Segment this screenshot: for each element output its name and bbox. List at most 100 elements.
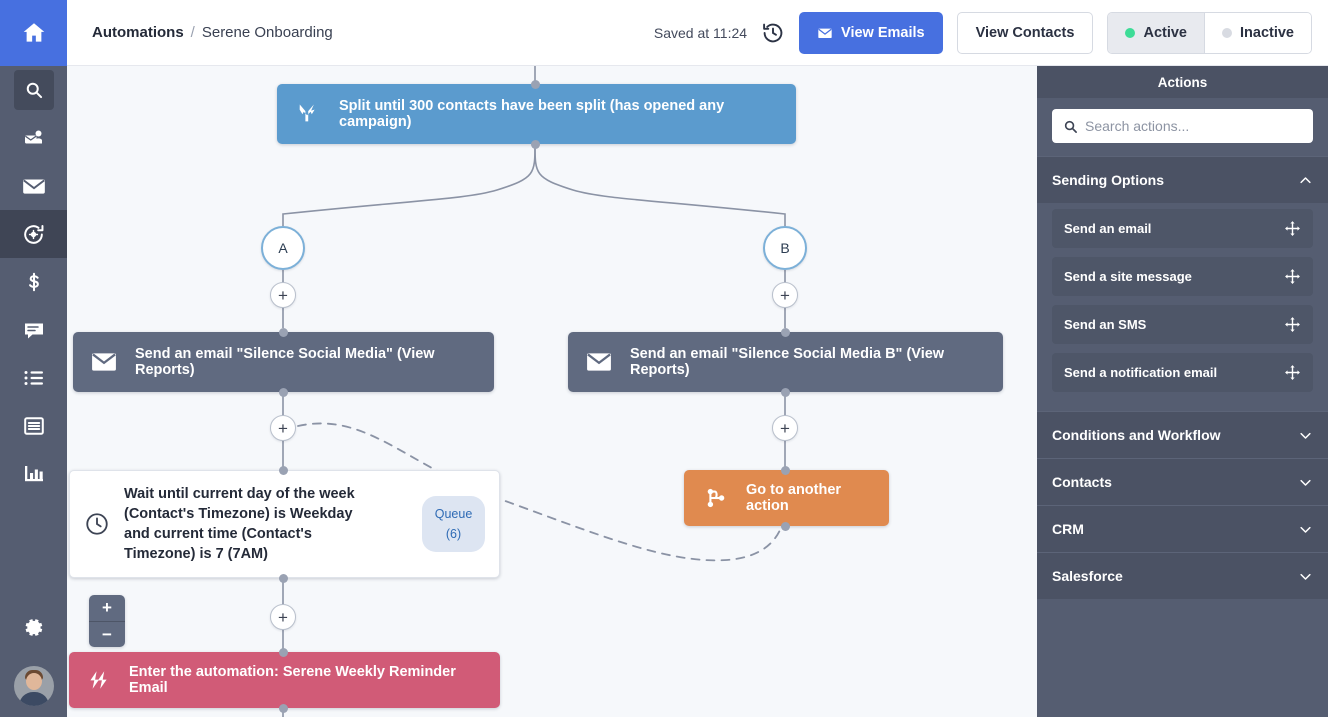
queue-label: Queue: [434, 507, 473, 521]
node-wait[interactable]: Wait until current day of the week (Cont…: [69, 470, 500, 578]
sidebar-item-home[interactable]: [0, 0, 67, 66]
panel-group-conditions-and-workflow[interactable]: Conditions and Workflow: [1037, 411, 1328, 458]
automation-builder-app: Automations / Serene Onboarding Saved at…: [0, 0, 1328, 717]
envelope-icon: [817, 25, 833, 41]
node-enter-automation-label: Enter the automation: Serene Weekly Remi…: [129, 664, 456, 696]
node-email-b[interactable]: Send an email "Silence Social Media B" (…: [568, 332, 1003, 392]
add-step-button-after-email-a[interactable]: +: [270, 415, 296, 441]
action-send-an-sms[interactable]: Send an SMS: [1052, 305, 1313, 344]
envelope-icon: [586, 351, 612, 373]
node-enter-automation[interactable]: Enter the automation: Serene Weekly Remi…: [69, 652, 500, 708]
sidebar-item-lists[interactable]: [0, 354, 67, 402]
panel-group-salesforce[interactable]: Salesforce: [1037, 552, 1328, 599]
chevron-down-icon: [1298, 522, 1313, 537]
action-send-an-email[interactable]: Send an email: [1052, 209, 1313, 248]
search-actions-input[interactable]: [1085, 118, 1302, 134]
zoom-in-label: +: [102, 598, 112, 617]
sidebar-item-contacts[interactable]: [0, 114, 67, 162]
node-goto-label: Go to another action: [746, 482, 842, 514]
contacts-icon: [22, 126, 46, 150]
node-email-a-label: Send an email "Silence Social Media" (Vi…: [135, 346, 435, 378]
sidebar-item-settings[interactable]: [0, 599, 67, 655]
node-split[interactable]: Split until 300 contacts have been split…: [277, 84, 796, 144]
port-goto-in: [781, 466, 790, 475]
drag-move-icon[interactable]: [1284, 268, 1301, 285]
port-email-a-out: [279, 388, 288, 397]
active-dot-icon: [1125, 27, 1136, 38]
sidebar-item-automations[interactable]: [0, 210, 67, 258]
envelope-icon: [91, 351, 117, 373]
node-email-a[interactable]: Send an email "Silence Social Media" (Vi…: [73, 332, 494, 392]
action-send-a-site-message[interactable]: Send a site message: [1052, 257, 1313, 296]
node-goto[interactable]: Go to another action: [684, 470, 889, 526]
port-goto-out: [781, 522, 790, 531]
zoom-out-button[interactable]: −: [89, 621, 125, 647]
add-step-button-a[interactable]: +: [270, 282, 296, 308]
port-email-a-in: [279, 328, 288, 337]
status-inactive-option[interactable]: Inactive: [1204, 12, 1311, 53]
status-active-option[interactable]: Active: [1108, 12, 1204, 53]
search-actions-box[interactable]: [1052, 109, 1313, 143]
add-step-button-b[interactable]: +: [772, 282, 798, 308]
panel-group-sending-options[interactable]: Sending Options: [1037, 156, 1328, 203]
zoom-in-button[interactable]: +: [89, 595, 125, 621]
goto-branch-icon: [704, 486, 728, 510]
deals-dollar-icon: [23, 270, 45, 294]
reports-bar-chart-icon: [22, 462, 46, 486]
canvas-zoom-controls: + −: [89, 595, 125, 647]
port-split-out: [531, 140, 540, 149]
action-label: Send a notification email: [1064, 365, 1218, 380]
chevron-down-icon: [1298, 475, 1313, 490]
search-icon: [1063, 119, 1078, 134]
saved-status: Saved at 11:24: [653, 24, 748, 41]
conversations-icon: [22, 318, 46, 342]
branch-b-label: B: [780, 240, 790, 256]
drag-move-icon[interactable]: [1284, 316, 1301, 333]
panel-group-contacts[interactable]: Contacts: [1037, 458, 1328, 505]
action-send-a-notification-email[interactable]: Send a notification email: [1052, 353, 1313, 392]
split-fork-icon: [295, 101, 321, 127]
action-label: Send a site message: [1064, 269, 1192, 284]
view-emails-button[interactable]: View Emails: [799, 11, 943, 54]
avatar[interactable]: [0, 655, 67, 717]
actions-search-wrap: [1037, 98, 1328, 156]
view-emails-label: View Emails: [841, 24, 925, 41]
branch-node-b[interactable]: B: [763, 226, 807, 270]
search-icon: [13, 70, 54, 110]
add-step-button-after-wait[interactable]: +: [270, 604, 296, 630]
drag-move-icon[interactable]: [1284, 220, 1301, 237]
history-clock-icon[interactable]: [761, 21, 785, 45]
queue-badge[interactable]: Queue (6): [422, 496, 485, 552]
node-wait-label: Wait until current day of the week (Cont…: [124, 486, 355, 562]
sidebar-item-campaigns[interactable]: [0, 162, 67, 210]
sidebar-item-deals[interactable]: [0, 258, 67, 306]
sidebar-item-reports[interactable]: [0, 450, 67, 498]
home-icon: [21, 20, 47, 46]
plus-icon: +: [780, 418, 790, 438]
status-inactive-label: Inactive: [1240, 24, 1294, 41]
actions-panel-title: Actions: [1037, 66, 1328, 98]
port-email-b-out: [781, 388, 790, 397]
branch-node-a[interactable]: A: [261, 226, 305, 270]
left-nav-rail: [0, 0, 67, 717]
add-step-button-after-email-b[interactable]: +: [772, 415, 798, 441]
panel-group-crm[interactable]: CRM: [1037, 505, 1328, 552]
campaigns-envelope-icon: [21, 173, 47, 199]
chevron-down-icon: [1298, 428, 1313, 443]
main-area: Automations / Serene Onboarding Saved at…: [67, 0, 1328, 717]
gear-icon: [21, 615, 46, 640]
view-contacts-label: View Contacts: [975, 24, 1075, 41]
drag-move-icon[interactable]: [1284, 364, 1301, 381]
breadcrumb-root[interactable]: Automations: [92, 24, 184, 41]
sidebar-item-search[interactable]: [0, 66, 67, 114]
top-header: Automations / Serene Onboarding Saved at…: [67, 0, 1328, 66]
sidebar-item-forms[interactable]: [0, 402, 67, 450]
view-contacts-button[interactable]: View Contacts: [956, 11, 1094, 54]
breadcrumb-separator: /: [190, 24, 195, 41]
chevron-down-icon: [1298, 569, 1313, 584]
sidebar-item-conversations[interactable]: [0, 306, 67, 354]
automation-canvas[interactable]: Split until 300 contacts have been split…: [67, 66, 1037, 717]
panel-group-label: Sending Options: [1052, 172, 1164, 188]
plus-icon: +: [278, 418, 288, 438]
forms-icon: [22, 414, 46, 438]
